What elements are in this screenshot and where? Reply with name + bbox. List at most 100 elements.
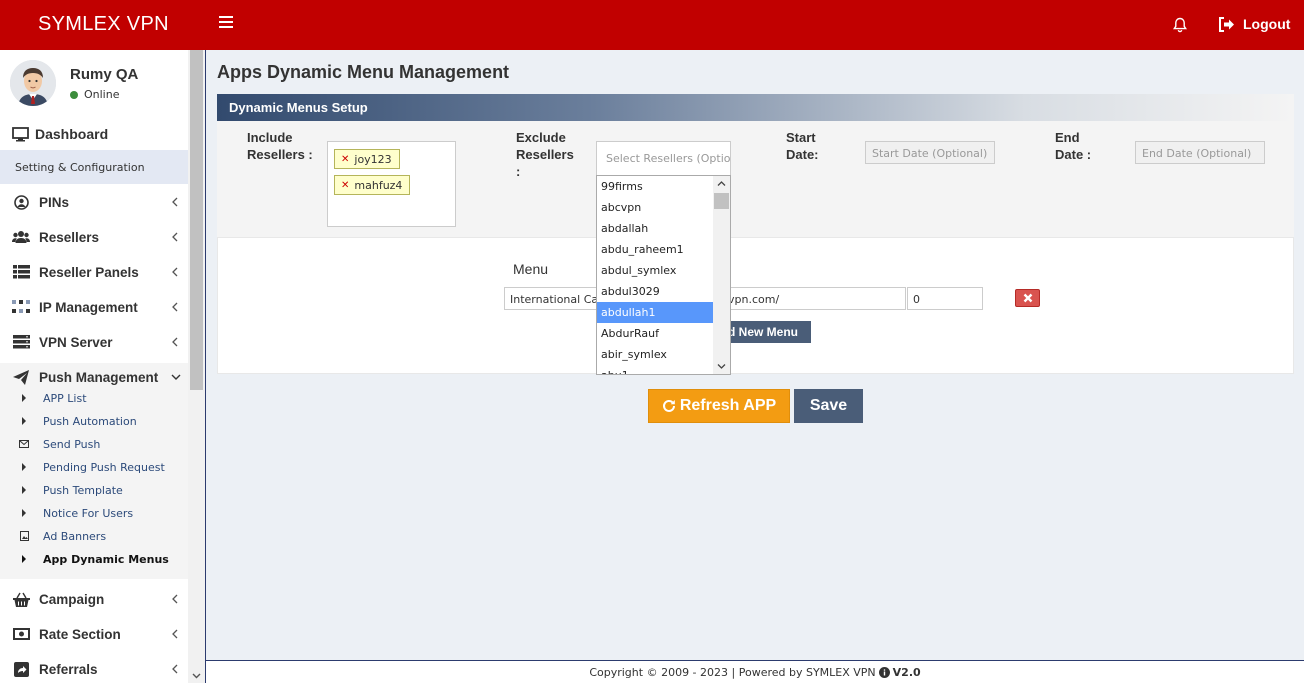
reseller-tag[interactable]: ✕ joy123: [334, 149, 400, 169]
sidebar-item-label: VPN Server: [39, 334, 113, 350]
refresh-app-label: Refresh APP: [679, 397, 777, 414]
menu-order-input[interactable]: 0: [907, 287, 983, 310]
sidebar-item-rate-section[interactable]: Rate Section: [0, 620, 188, 648]
push-submenu: APP List Push Automation Send Push Pendi…: [0, 387, 188, 579]
chevron-left-icon: [172, 267, 178, 277]
sidebar-item-pins[interactable]: PINs: [0, 188, 188, 216]
chevron-left-icon: [172, 302, 178, 312]
dropdown-option[interactable]: abcvpn: [597, 197, 713, 218]
sidebar-item-vpn-server[interactable]: VPN Server: [0, 328, 188, 356]
caret-right-icon: [22, 555, 26, 563]
submenu-item-label: Notice For Users: [43, 506, 134, 520]
caret-right-icon: [22, 417, 26, 425]
footer-version: V2.0: [892, 665, 921, 679]
submenu-item-app-list[interactable]: APP List: [0, 387, 188, 409]
caret-right-icon: [22, 463, 26, 471]
dropdown-option[interactable]: abir_symlex: [597, 344, 713, 365]
menu-label: Menu: [513, 261, 549, 277]
dropdown-option[interactable]: abdul_symlex: [597, 260, 713, 281]
main-content: Apps Dynamic Menu Management Dynamic Men…: [206, 50, 1304, 660]
sidebar-scrollbar-thumb[interactable]: [190, 50, 203, 390]
start-date-label: Start Date:: [786, 130, 819, 162]
exclude-resellers-input[interactable]: Select Resellers (Optional): [596, 141, 731, 176]
dropdown-option[interactable]: abdu_raheem1: [597, 239, 713, 260]
dropdown-option[interactable]: abdullah1: [597, 302, 713, 323]
logout-label: Logout: [1243, 16, 1291, 32]
logout-button[interactable]: Logout: [1218, 16, 1290, 32]
chevron-left-icon: [172, 197, 178, 207]
submenu-item-pending-push-request[interactable]: Pending Push Request: [0, 456, 188, 478]
sidebar-item-resellers[interactable]: Resellers: [0, 223, 188, 251]
close-icon: [1023, 293, 1032, 303]
remove-tag-icon[interactable]: ✕: [341, 180, 349, 191]
sidebar-item-label: Dashboard: [35, 126, 109, 142]
dropdown-option[interactable]: abu1: [597, 365, 713, 374]
submenu-item-label: Send Push: [43, 437, 101, 451]
submenu-item-push-automation[interactable]: Push Automation: [0, 410, 188, 432]
submenu-item-ad-banners[interactable]: Ad Banners: [0, 525, 188, 547]
include-resellers-input[interactable]: ✕ joy123 ✕ mahfuz4: [327, 141, 456, 227]
caret-right-icon: [22, 509, 26, 517]
submenu-item-label: Pending Push Request: [43, 460, 165, 474]
sidebar-item-label: Resellers: [39, 229, 100, 245]
dropdown-option[interactable]: abdul3029: [597, 281, 713, 302]
chevron-down-icon[interactable]: [717, 363, 726, 370]
reseller-tag-label: mahfuz4: [354, 178, 403, 192]
delete-menu-button[interactable]: [1015, 289, 1040, 307]
sidebar-item-label: Campaign: [39, 591, 105, 607]
basket-icon: [12, 592, 30, 607]
submenu-item-app-dynamic-menus[interactable]: App Dynamic Menus: [0, 548, 188, 570]
chevron-up-icon[interactable]: [717, 180, 726, 187]
footer-copyright: Copyright © 2009 - 2023 | Powered by SYM…: [589, 665, 876, 679]
paper-plane-icon: [13, 369, 29, 385]
submenu-item-push-template[interactable]: Push Template: [0, 479, 188, 501]
dropdown-scrollbar[interactable]: [713, 176, 730, 374]
submenu-item-label: Push Template: [43, 483, 123, 497]
dropdown-scrollbar-thumb[interactable]: [714, 193, 729, 209]
submenu-item-send-push[interactable]: Send Push: [0, 433, 188, 455]
dropdown-option[interactable]: AbdurRauf: [597, 323, 713, 344]
caret-right-icon: [22, 394, 26, 402]
end-date-label: End Date :: [1055, 130, 1092, 162]
end-date-input[interactable]: End Date (Optional): [1135, 141, 1265, 164]
refresh-app-button[interactable]: Refresh APP: [648, 389, 790, 423]
box-header: Dynamic Menus Setup: [217, 94, 1294, 121]
dropdown-option[interactable]: abdallah: [597, 218, 713, 239]
sidebar-item-label: IP Management: [39, 299, 138, 315]
chevron-down-icon[interactable]: [192, 671, 201, 680]
table-icon: [12, 265, 30, 279]
filter-panel: Include Resellers : ✕ joy123 ✕ mahfuz4 E…: [217, 121, 1294, 237]
sidebar-item-reseller-panels[interactable]: Reseller Panels: [0, 258, 188, 286]
sidebar-item-referrals[interactable]: Referrals: [0, 655, 188, 683]
sidebar-item-label: Push Management: [39, 369, 159, 385]
save-button[interactable]: Save: [794, 389, 863, 423]
exclude-resellers-label: Exclude Resellers :: [516, 130, 574, 179]
remove-tag-icon[interactable]: ✕: [341, 154, 349, 165]
submenu-item-label: App Dynamic Menus: [43, 552, 169, 566]
brand-logo[interactable]: SYMLEX VPN: [38, 13, 169, 36]
top-navbar: SYMLEX VPN Logout: [0, 0, 1304, 50]
sidebar-item-ip-management[interactable]: IP Management: [0, 293, 188, 321]
money-icon: [12, 628, 30, 640]
menu-panel: Menu International Call https://www.syml…: [217, 237, 1294, 374]
chevron-down-icon: [171, 374, 181, 380]
sidebar-item-campaign[interactable]: Campaign: [0, 585, 188, 613]
reseller-tag[interactable]: ✕ mahfuz4: [334, 175, 411, 195]
user-status: Online: [70, 88, 119, 101]
hamburger-menu-icon[interactable]: [219, 16, 233, 30]
chevron-left-icon: [172, 664, 178, 674]
sidebar-section-header: Setting & Configuration: [0, 150, 188, 184]
avatar: [10, 60, 56, 106]
user-icon: [13, 194, 29, 210]
submenu-item-label: Push Automation: [43, 414, 137, 428]
sidebar-item-dashboard[interactable]: Dashboard: [0, 123, 188, 145]
chevron-left-icon: [172, 629, 178, 639]
user-status-label: Online: [84, 88, 120, 101]
sidebar-scrollbar[interactable]: [188, 50, 205, 683]
bell-icon[interactable]: [1172, 17, 1188, 33]
submenu-item-notice-for-users[interactable]: Notice For Users: [0, 502, 188, 524]
reseller-dropdown-list[interactable]: 99firms abcvpn abdallah abdu_raheem1 abdul_s…: [596, 175, 731, 375]
dropdown-option[interactable]: 99firms: [597, 176, 713, 197]
start-date-input[interactable]: Start Date (Optional): [865, 141, 995, 164]
online-status-icon: [70, 90, 78, 99]
